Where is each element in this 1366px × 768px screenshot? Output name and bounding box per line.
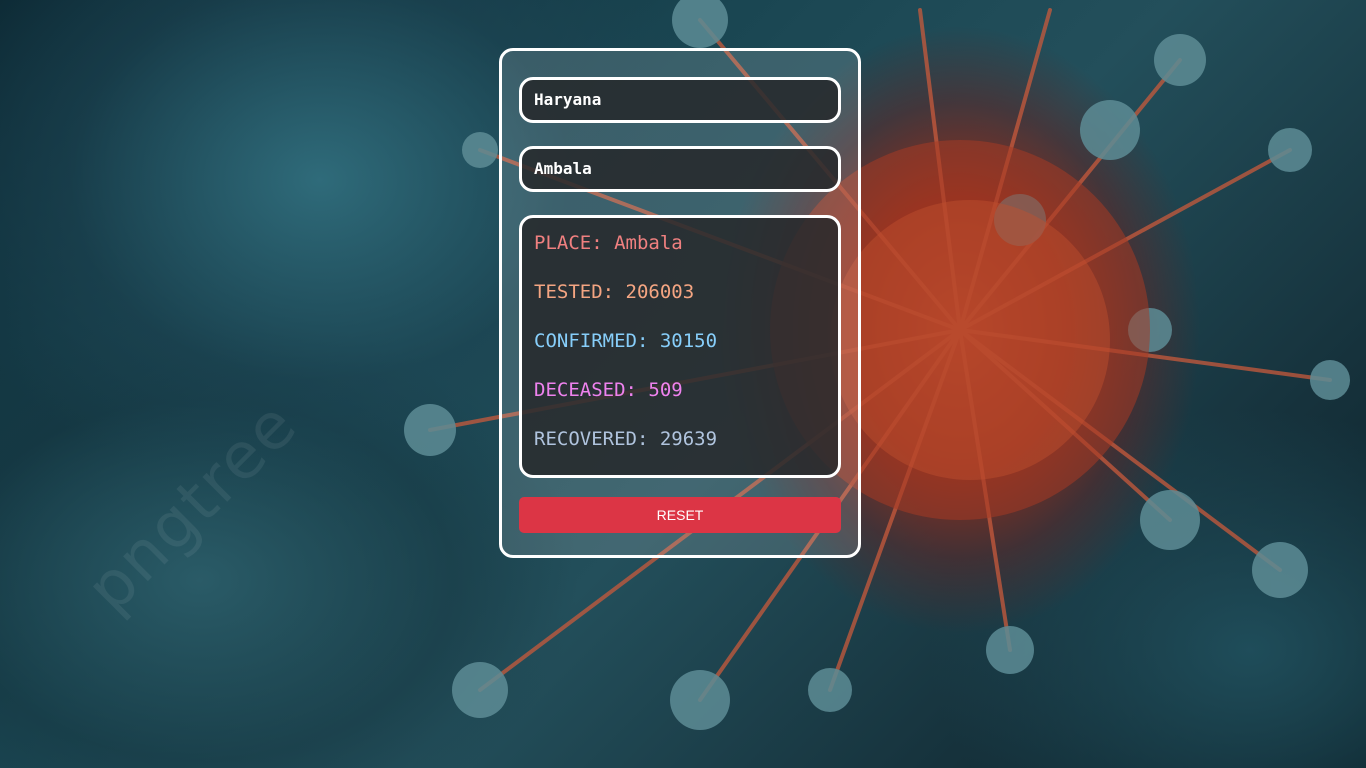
stat-confirmed: CONFIRMED: 30150 xyxy=(534,330,718,352)
stat-recovered: RECOVERED: 29639 xyxy=(534,428,718,450)
stats-panel: PLACE: Ambala TESTED: 206003 CONFIRMED: … xyxy=(519,215,841,478)
stat-place: PLACE: Ambala xyxy=(534,232,683,254)
stat-tested: TESTED: 206003 xyxy=(534,281,695,303)
district-input[interactable]: Ambala xyxy=(519,146,841,192)
covid-tracker-card: Haryana Ambala PLACE: Ambala TESTED: 206… xyxy=(499,48,861,558)
reset-button[interactable]: RESET xyxy=(519,497,841,533)
state-input[interactable]: Haryana xyxy=(519,77,841,123)
stat-deceased: DECEASED: 509 xyxy=(534,379,683,401)
